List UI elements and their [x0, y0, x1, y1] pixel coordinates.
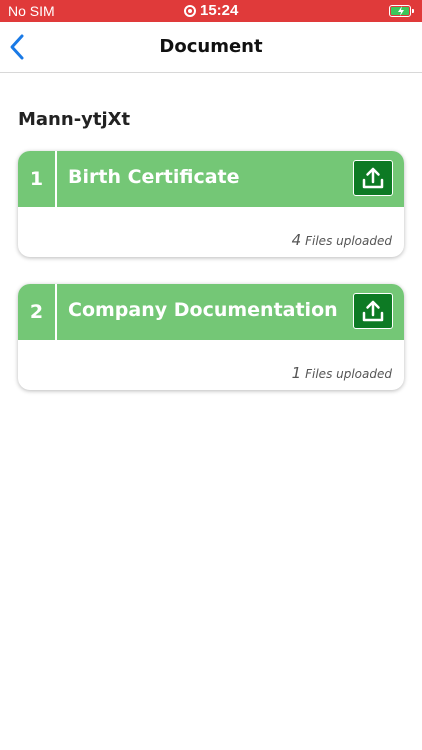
files-uploaded-info: 1 Files uploaded [292, 364, 392, 382]
document-card[interactable]: 2 Company Documentation 1 Files uploaded [18, 284, 404, 390]
files-label: Files uploaded [305, 234, 392, 248]
upload-button[interactable] [353, 160, 393, 196]
document-number: 2 [18, 284, 57, 340]
status-bar: No SIM 15:24 [0, 0, 422, 22]
document-title: Company Documentation [68, 299, 338, 321]
files-count: 1 [291, 364, 302, 382]
upload-button[interactable] [353, 293, 393, 329]
battery-icon [389, 5, 411, 17]
document-card-header: 2 Company Documentation [18, 284, 404, 340]
files-label: Files uploaded [305, 367, 392, 381]
charging-bolt-icon [398, 6, 404, 16]
page-title: Document [159, 36, 263, 57]
navigation-bar: Document [0, 22, 422, 73]
upload-icon [362, 300, 384, 322]
battery-tip [412, 9, 414, 13]
document-card[interactable]: 1 Birth Certificate 4 Files uploaded [18, 151, 404, 257]
screen-record-icon [184, 4, 196, 17]
files-uploaded-info: 4 Files uploaded [292, 231, 392, 249]
battery-level [391, 6, 409, 16]
upload-icon [362, 167, 384, 189]
status-time: 15:24 [200, 2, 239, 19]
document-title: Birth Certificate [68, 166, 240, 188]
owner-name: Mann-ytjXt [18, 109, 131, 130]
document-number: 1 [18, 151, 57, 207]
files-count: 4 [291, 231, 302, 249]
document-card-header: 1 Birth Certificate [18, 151, 404, 207]
status-time-group: 15:24 [184, 2, 238, 19]
carrier-label: No SIM [8, 3, 55, 19]
